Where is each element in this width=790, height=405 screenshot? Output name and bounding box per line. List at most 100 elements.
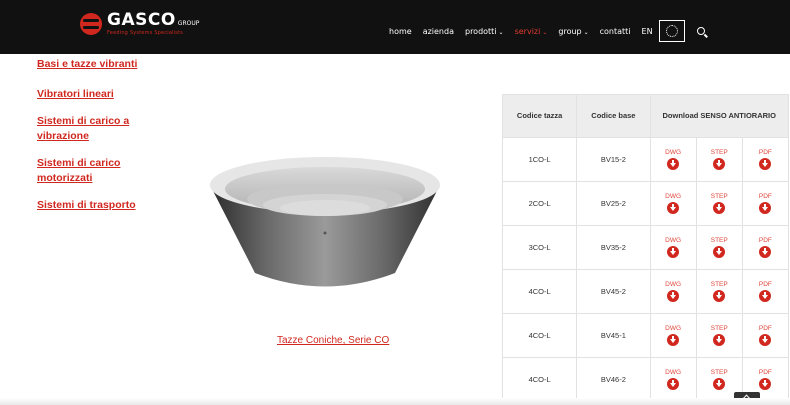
download-format-label: STEP bbox=[710, 281, 728, 288]
download-arrow-icon[interactable] bbox=[667, 246, 680, 258]
table-row: 3CO-L BV35-2 DWG STEP PDF bbox=[501, 225, 790, 270]
download-arrow-icon[interactable] bbox=[759, 378, 772, 390]
logo-tagline: Feeding Systems Specialists bbox=[107, 30, 184, 36]
download-format-label: PDF bbox=[758, 369, 772, 376]
sidebar-link-basi-tazze[interactable]: Basi e tazze vibranti bbox=[37, 57, 187, 72]
download-format-label: PDF bbox=[758, 149, 772, 156]
table-row: 2CO-L BV25-2 DWG STEP PDF bbox=[501, 181, 790, 226]
download-dwg-link[interactable]: DWG bbox=[651, 149, 696, 170]
download-pdf-link[interactable]: PDF bbox=[743, 237, 788, 258]
download-arrow-icon[interactable] bbox=[667, 290, 680, 302]
download-step-link[interactable]: STEP bbox=[697, 325, 742, 346]
nav-home[interactable]: home bbox=[389, 27, 412, 36]
nav-language-en[interactable]: EN bbox=[642, 27, 653, 36]
gasco-logo-icon bbox=[80, 13, 102, 35]
cell-codice-base: BV45-2 bbox=[576, 269, 651, 314]
product-caption-link[interactable]: Tazze Coniche, Serie CO bbox=[277, 335, 389, 346]
cell-codice-tazza: 3CO-L bbox=[501, 225, 578, 270]
download-arrow-icon[interactable] bbox=[713, 378, 726, 390]
download-dwg-link[interactable]: DWG bbox=[651, 237, 696, 258]
language-flag-icon[interactable] bbox=[658, 20, 685, 42]
nav-contatti[interactable]: contatti bbox=[600, 27, 631, 36]
chevron-down-icon: ⌄ bbox=[498, 28, 504, 36]
download-format-label: PDF bbox=[758, 325, 772, 332]
download-arrow-icon[interactable] bbox=[713, 246, 726, 258]
cell-download-step: STEP bbox=[695, 137, 743, 182]
download-arrow-icon[interactable] bbox=[759, 158, 772, 170]
sidebar-link-carico-motorizzati[interactable]: Sistemi di carico motorizzati bbox=[37, 156, 149, 186]
sidebar-link-vibratori-lineari[interactable]: Vibratori lineari bbox=[37, 87, 187, 102]
download-arrow-icon[interactable] bbox=[667, 202, 680, 214]
bottom-scroll-edge bbox=[0, 398, 790, 405]
cell-download-dwg: DWG bbox=[649, 181, 697, 226]
download-step-link[interactable]: STEP bbox=[697, 149, 742, 170]
download-arrow-icon[interactable] bbox=[713, 202, 726, 214]
download-arrow-icon[interactable] bbox=[667, 378, 680, 390]
download-step-link[interactable]: STEP bbox=[697, 281, 742, 302]
cell-download-dwg: DWG bbox=[649, 225, 697, 270]
main-nav: home azienda prodotti ⌄ servizi ⌄ group ⌄ c… bbox=[389, 20, 705, 42]
chevron-down-icon: ⌄ bbox=[583, 28, 589, 36]
download-format-label: DWG bbox=[665, 149, 682, 156]
download-arrow-icon[interactable] bbox=[713, 290, 726, 302]
cell-codice-base: BV35-2 bbox=[576, 225, 651, 270]
download-format-label: STEP bbox=[710, 193, 728, 200]
download-format-label: PDF bbox=[758, 281, 772, 288]
download-arrow-icon[interactable] bbox=[759, 290, 772, 302]
download-arrow-icon[interactable] bbox=[759, 334, 772, 346]
table-row: 4CO-L BV45-2 DWG STEP PDF bbox=[501, 269, 790, 314]
download-format-label: DWG bbox=[665, 237, 682, 244]
cell-codice-base: BV25-2 bbox=[576, 181, 651, 226]
download-arrow-icon[interactable] bbox=[667, 158, 680, 170]
conical-bowl-image bbox=[210, 157, 440, 287]
download-pdf-link[interactable]: PDF bbox=[743, 149, 788, 170]
download-arrow-icon[interactable] bbox=[759, 246, 772, 258]
download-arrow-icon[interactable] bbox=[759, 202, 772, 214]
cell-download-step: STEP bbox=[695, 181, 743, 226]
download-format-label: PDF bbox=[758, 237, 772, 244]
sidebar-link-trasporto[interactable]: Sistemi di trasporto bbox=[37, 198, 187, 213]
download-dwg-link[interactable]: DWG bbox=[651, 193, 696, 214]
search-icon[interactable] bbox=[696, 27, 705, 35]
table-row: 1CO-L BV15-2 DWG STEP PDF bbox=[501, 137, 790, 182]
download-step-link[interactable]: STEP bbox=[697, 237, 742, 258]
download-format-label: DWG bbox=[665, 193, 682, 200]
cell-codice-tazza: 1CO-L bbox=[501, 137, 578, 182]
download-format-label: DWG bbox=[665, 369, 682, 376]
download-dwg-link[interactable]: DWG bbox=[651, 281, 696, 302]
download-pdf-link[interactable]: PDF bbox=[743, 193, 788, 214]
download-pdf-link[interactable]: PDF bbox=[743, 369, 788, 390]
download-format-label: STEP bbox=[710, 369, 728, 376]
nav-group[interactable]: group ⌄ bbox=[558, 27, 588, 36]
cell-codice-base: BV45-1 bbox=[576, 313, 651, 358]
cell-download-step: STEP bbox=[695, 225, 743, 270]
nav-servizi[interactable]: servizi ⌄ bbox=[515, 27, 548, 36]
gasco-logo[interactable]: GASCO GROUP Feeding Systems Specialists bbox=[80, 12, 199, 36]
download-dwg-link[interactable]: DWG bbox=[651, 369, 696, 390]
download-pdf-link[interactable]: PDF bbox=[743, 281, 788, 302]
download-dwg-link[interactable]: DWG bbox=[651, 325, 696, 346]
cell-codice-tazza: 4CO-L bbox=[501, 269, 578, 314]
cell-download-pdf: PDF bbox=[741, 225, 790, 270]
nav-prodotti[interactable]: prodotti ⌄ bbox=[465, 27, 504, 36]
header-codice-tazza: Codice tazza bbox=[501, 94, 578, 138]
cell-codice-tazza: 4CO-L bbox=[501, 313, 578, 358]
download-arrow-icon[interactable] bbox=[713, 334, 726, 346]
download-step-link[interactable]: STEP bbox=[697, 369, 742, 390]
table-row: 4CO-L BV45-1 DWG STEP PDF bbox=[501, 313, 790, 358]
chevron-down-icon: ⌄ bbox=[542, 28, 548, 36]
sidebar-menu: Basi e tazze vibranti Vibratori lineari … bbox=[37, 57, 187, 225]
download-format-label: PDF bbox=[758, 193, 772, 200]
download-arrow-icon[interactable] bbox=[713, 158, 726, 170]
download-arrow-icon[interactable] bbox=[667, 334, 680, 346]
cell-download-pdf: PDF bbox=[741, 313, 790, 358]
cell-download-step: STEP bbox=[695, 313, 743, 358]
nav-azienda[interactable]: azienda bbox=[423, 27, 454, 36]
sidebar-link-carico-vibrazione[interactable]: Sistemi di carico a vibrazione bbox=[37, 114, 155, 144]
download-format-label: STEP bbox=[710, 325, 728, 332]
download-step-link[interactable]: STEP bbox=[697, 193, 742, 214]
cell-download-dwg: DWG bbox=[649, 137, 697, 182]
header-codice-base: Codice base bbox=[576, 94, 651, 138]
download-pdf-link[interactable]: PDF bbox=[743, 325, 788, 346]
download-table: Codice tazza Codice base Download SENSO … bbox=[501, 94, 790, 402]
